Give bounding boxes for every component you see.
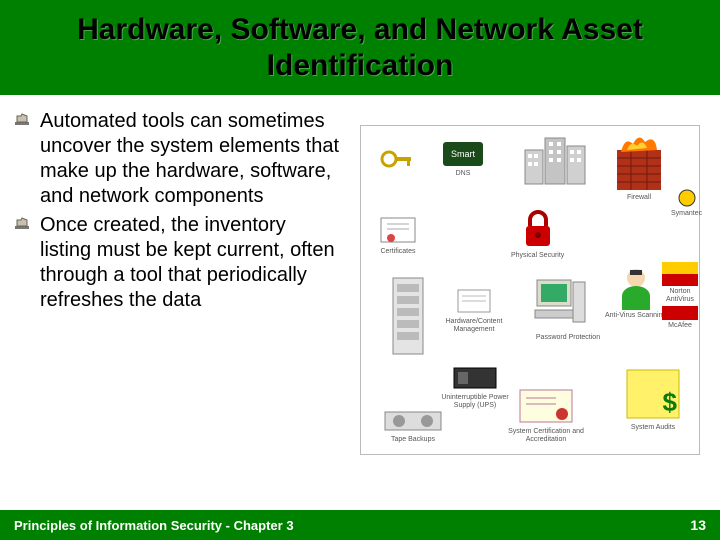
list-item: Automated tools can sometimes uncover th… [40,109,340,209]
bullet-icon [14,113,30,127]
norton-badge: Norton AntiVirus [661,262,699,303]
diagram-label: Certificates [380,248,415,256]
diagram-column: Smart DNS Firewall Symantec Certificates [340,105,710,495]
bullet-list: Automated tools can sometimes uncover th… [10,105,340,495]
diagram-label: Symantec [671,210,702,218]
certificate-icon: Certificates [379,216,417,256]
diagram-label: Norton AntiVirus [661,288,699,303]
dollar-sign: $ [663,387,677,418]
diagram-label: Anti-Virus Scanning [605,312,666,320]
firewall-icon: Firewall [611,132,667,202]
slide-title: Hardware, Software, and Network Asset Id… [10,12,710,84]
page-number: 13 [690,517,706,533]
buildings-icon [521,132,589,188]
bullet-text: Automated tools can sometimes uncover th… [40,110,339,207]
symantec-icon: Symantec [671,188,702,218]
user-icon: Anti-Virus Scanning [605,266,666,320]
diagram-label: DNS [456,170,471,178]
footer-bar: Principles of Information Security - Cha… [0,510,720,540]
key-icon [379,146,415,172]
diagram-label: Firewall [627,194,651,202]
asset-diagram: Smart DNS Firewall Symantec Certificates [360,125,700,455]
diagram-label: Hardware/Content Management [439,318,509,333]
diagram-label: Tape Backups [391,436,435,444]
footer-text: Principles of Information Security - Cha… [14,518,294,533]
bullet-icon [14,217,30,231]
dollar-icon: $ System Audits [623,366,683,432]
pwd-label: Password Protection [533,332,603,342]
diagram-label: System Certification and Accreditation [491,428,601,443]
title-bar: Hardware, Software, and Network Asset Id… [0,0,720,95]
diagram-label: System Audits [631,424,675,432]
mcafee-badge: McAfee [661,306,699,330]
tape-backup-icon: Tape Backups [383,406,443,444]
slide-body: Automated tools can sometimes uncover th… [0,95,720,495]
server-rack-icon [391,276,425,356]
diagram-label: McAfee [668,322,692,330]
smart-card-icon: Smart DNS [441,140,485,178]
diagram-label: Physical Security [511,252,564,260]
list-item: Once created, the inventory listing must… [40,213,340,313]
padlock-icon: Physical Security [511,210,564,260]
hcm-label: Hardware/Content Management [439,286,509,333]
bullet-text: Once created, the inventory listing must… [40,214,335,311]
cert-accred-icon: System Certification and Accreditation [491,386,601,443]
diagram-label: Password Protection [536,334,600,342]
smart-label: Smart [451,149,476,159]
pc-icon [533,276,589,326]
